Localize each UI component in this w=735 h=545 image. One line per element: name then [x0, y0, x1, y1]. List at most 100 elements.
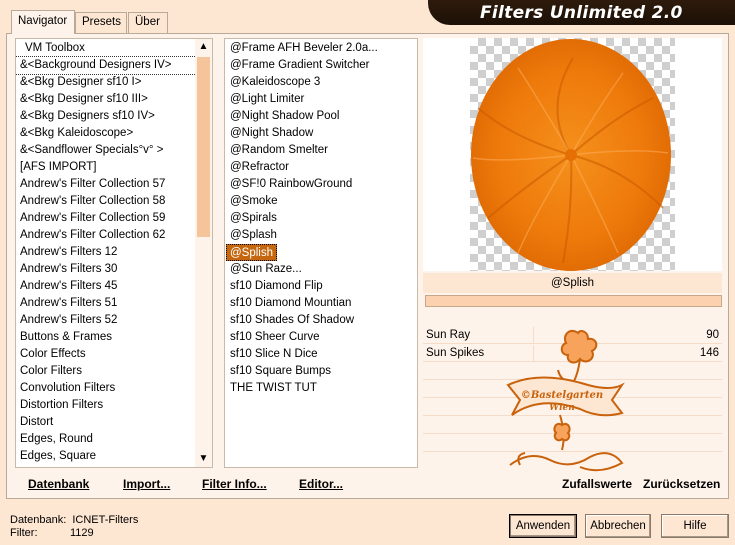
filter-item[interactable]: @Sun Raze...: [225, 261, 417, 278]
category-item[interactable]: Andrew's Filters 52: [16, 312, 212, 329]
filter-item[interactable]: sf10 Slice N Dice: [225, 346, 417, 363]
category-item[interactable]: [AFS IMPORT]: [16, 159, 212, 176]
filter-item-label: sf10 Diamond Flip: [230, 280, 323, 292]
filter-item[interactable]: @Night Shadow Pool: [225, 108, 417, 125]
scroll-up-icon[interactable]: ▲: [195, 39, 212, 55]
preview-area[interactable]: [423, 38, 722, 271]
reset-button[interactable]: Zurücksetzen: [643, 477, 720, 491]
filter-item[interactable]: @Frame AFH Beveler 2.0a...: [225, 40, 417, 57]
filter-item[interactable]: @Smoke: [225, 193, 417, 210]
filter-item[interactable]: sf10 Diamond Flip: [225, 278, 417, 295]
filter-item-label: sf10 Sheer Curve: [230, 331, 320, 343]
category-item[interactable]: Distort: [16, 414, 212, 431]
current-filter-name: @Splish: [423, 273, 722, 293]
filter-item[interactable]: sf10 Shades Of Shadow: [225, 312, 417, 329]
filter-item[interactable]: @SF!0 RainbowGround: [225, 176, 417, 193]
cancel-button[interactable]: Abbrechen: [585, 514, 651, 538]
category-item[interactable]: Convolution Filters: [16, 380, 212, 397]
filter-item[interactable]: @Random Smelter: [225, 142, 417, 159]
category-item[interactable]: Color Effects: [16, 346, 212, 363]
category-item[interactable]: &<Bkg Designer sf10 I>: [16, 74, 212, 91]
filter-item-label: @Spirals: [230, 212, 277, 224]
filter-info-button[interactable]: Filter Info...: [202, 477, 267, 491]
category-item[interactable]: Andrew's Filters 30: [16, 261, 212, 278]
filter-item-label: @Sun Raze...: [230, 263, 302, 275]
filter-item-label: @SF!0 RainbowGround: [230, 178, 353, 190]
filter-item-label: @Kaleidoscope 3: [230, 76, 321, 88]
filter-item-label: THE TWIST TUT: [230, 382, 317, 394]
category-item[interactable]: Color Filters: [16, 363, 212, 380]
filter-item[interactable]: sf10 Sheer Curve: [225, 329, 417, 346]
scroll-down-icon[interactable]: ▼: [195, 451, 212, 467]
category-item[interactable]: Andrew's Filters 12: [16, 244, 212, 261]
filter-item-label: @Random Smelter: [230, 144, 328, 156]
param-value: 90: [706, 329, 719, 341]
editor-button[interactable]: Editor...: [299, 477, 343, 491]
status-filter-value: 1129: [70, 527, 94, 539]
category-item[interactable]: &<Bkg Designers sf10 IV>: [16, 108, 212, 125]
category-item[interactable]: &<Background Designers IV>: [16, 56, 212, 75]
filter-item-label: @Frame AFH Beveler 2.0a...: [230, 42, 378, 54]
param-label: Sun Spikes: [426, 347, 485, 359]
filter-item[interactable]: @Light Limiter: [225, 91, 417, 108]
filter-item[interactable]: @Splish: [225, 244, 417, 261]
import-button[interactable]: Import...: [123, 477, 170, 491]
category-item[interactable]: Andrew's Filter Collection 59: [16, 210, 212, 227]
filter-item-label: @Light Limiter: [230, 93, 305, 105]
category-list[interactable]: VM Toolbox &<Background Designers IV> &<Bk…: [15, 38, 213, 468]
category-item[interactable]: Andrew's Filter Collection 62: [16, 227, 212, 244]
param-label: Sun Ray: [426, 329, 471, 341]
filter-item-label: sf10 Square Bumps: [230, 365, 332, 377]
filter-item-label: @Night Shadow: [230, 127, 314, 139]
filter-item[interactable]: sf10 Diamond Mountian: [225, 295, 417, 312]
filter-item-label: @Splish: [226, 244, 277, 261]
watermark-text-1: ©Bastelgarten: [521, 390, 603, 401]
tab-presets[interactable]: Presets: [75, 12, 127, 33]
preview-image: [471, 39, 671, 271]
status-database: Datenbank: ICNET-Filters: [10, 514, 138, 526]
progress-bar: [425, 295, 722, 307]
filter-item[interactable]: sf10 Square Bumps: [225, 363, 417, 380]
category-item[interactable]: Edges, Round: [16, 431, 212, 448]
filter-item[interactable]: @Spirals: [225, 210, 417, 227]
filter-item[interactable]: @Kaleidoscope 3: [225, 74, 417, 91]
filter-item-label: @Splash: [230, 229, 277, 241]
watermark-text-2: Wien: [549, 403, 575, 413]
filter-item-label: @Frame Gradient Switcher: [230, 59, 370, 71]
filter-item-label: @Smoke: [230, 195, 278, 207]
filter-item[interactable]: @Refractor: [225, 159, 417, 176]
status-db-label: Datenbank:: [10, 514, 67, 526]
filter-item[interactable]: THE TWIST TUT: [225, 380, 417, 397]
random-values-button[interactable]: Zufallswerte: [562, 477, 632, 491]
category-item[interactable]: &<Bkg Designer sf10 III>: [16, 91, 212, 108]
filter-item[interactable]: @Splash: [225, 227, 417, 244]
filter-item[interactable]: @Frame Gradient Switcher: [225, 57, 417, 74]
status-db-value: ICNET-Filters: [72, 514, 139, 526]
category-item[interactable]: VM Toolbox: [16, 40, 212, 57]
category-item[interactable]: &<Bkg Kaleidoscope>: [16, 125, 212, 142]
category-item[interactable]: Andrew's Filters 45: [16, 278, 212, 295]
database-button[interactable]: Datenbank: [28, 477, 89, 491]
status-filter-count: Filter: 1129: [10, 527, 94, 539]
category-scrollbar[interactable]: ▲ ▼: [195, 39, 212, 467]
help-button[interactable]: Hilfe: [661, 514, 729, 538]
category-item[interactable]: Andrew's Filter Collection 58: [16, 193, 212, 210]
category-item[interactable]: Edges, Square: [16, 448, 212, 465]
status-filter-label: Filter:: [10, 527, 38, 539]
tab-navigator[interactable]: Navigator: [11, 10, 75, 34]
scroll-thumb[interactable]: [197, 57, 210, 237]
tab-about[interactable]: Über: [128, 12, 168, 33]
filter-item-label: sf10 Slice N Dice: [230, 348, 318, 360]
watermark-logo: ©Bastelgarten Wien: [506, 329, 625, 472]
category-item[interactable]: Andrew's Filters 51: [16, 295, 212, 312]
filter-list[interactable]: @Frame AFH Beveler 2.0a... @Frame Gradien…: [224, 38, 418, 468]
apply-button[interactable]: Anwenden: [509, 514, 577, 538]
param-value: 146: [699, 347, 719, 359]
category-item[interactable]: &<Sandflower Specials°v° >: [16, 142, 212, 159]
filter-item-label: sf10 Diamond Mountian: [230, 297, 352, 309]
filter-item[interactable]: @Night Shadow: [225, 125, 417, 142]
category-item[interactable]: Andrew's Filter Collection 57: [16, 176, 212, 193]
category-item[interactable]: Buttons & Frames: [16, 329, 212, 346]
category-item[interactable]: Distortion Filters: [16, 397, 212, 414]
filter-item-label: @Refractor: [230, 161, 289, 173]
